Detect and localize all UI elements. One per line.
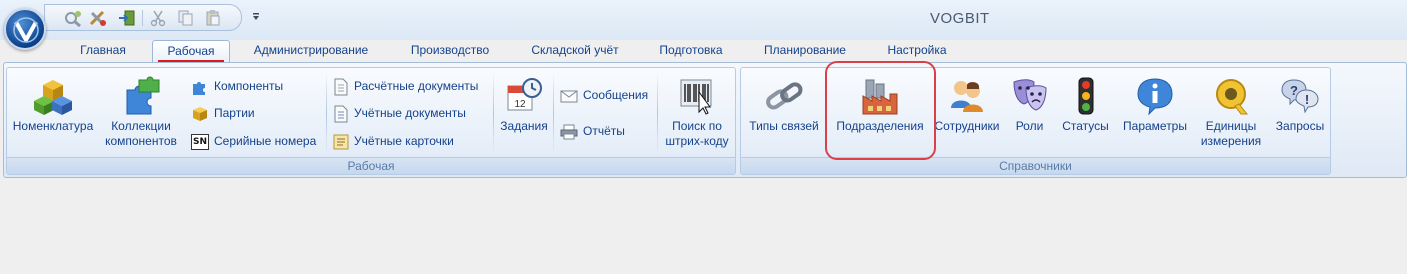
tools-cross-icon[interactable] xyxy=(88,9,108,27)
cubes-icon xyxy=(34,80,72,115)
calculation-documents-label: Расчётные документы xyxy=(354,79,479,93)
svg-text:!: ! xyxy=(1305,92,1309,107)
puzzle-small-icon xyxy=(193,81,205,95)
units-line2: измерения xyxy=(1200,134,1262,148)
calculation-documents-button[interactable]: Расчётные документы xyxy=(333,75,478,97)
tasks-button[interactable]: 12 Задания xyxy=(497,76,551,134)
link-types-button[interactable]: Типы связей xyxy=(743,76,825,134)
tab-skladskoy-uchet[interactable]: Складской учёт xyxy=(520,40,630,62)
roles-label: Роли xyxy=(1015,119,1044,133)
tab-podgotovka[interactable]: Подготовка xyxy=(648,40,734,62)
tab-glavnaya[interactable]: Главная xyxy=(72,40,134,62)
parameters-label: Параметры xyxy=(1123,119,1187,133)
component-collections-button[interactable]: Коллекции компонентов xyxy=(101,76,181,149)
ribbon-tabs: Главная Рабочая Администрирование Произв… xyxy=(0,40,1407,62)
tab-planirovanie[interactable]: Планирование xyxy=(753,40,857,62)
barcode-scanner-icon xyxy=(680,79,712,115)
logo-icon xyxy=(13,17,39,43)
tasks-label: Задания xyxy=(500,119,548,133)
cut-icon[interactable] xyxy=(148,9,168,27)
printer-icon xyxy=(560,124,578,140)
serial-numbers-label: Серийные номера xyxy=(214,134,317,148)
toolbar-separator xyxy=(142,10,143,26)
statuses-label: Статусы xyxy=(1062,119,1109,133)
accounting-cards-label: Учётные карточки xyxy=(354,134,454,148)
reports-button[interactable]: Отчёты xyxy=(560,120,625,142)
tab-administrirovanie[interactable]: Администрирование xyxy=(244,40,378,62)
envelope-icon xyxy=(560,90,578,103)
roles-button[interactable]: Роли xyxy=(1007,76,1052,134)
exit-door-icon[interactable] xyxy=(117,9,137,27)
traffic-light-icon xyxy=(1078,77,1093,115)
accounting-documents-button[interactable]: Учётные документы xyxy=(333,102,466,124)
reports-label: Отчёты xyxy=(583,124,625,138)
quick-access-toolbar xyxy=(44,4,242,31)
units-button[interactable]: Единицы измерения xyxy=(1196,76,1266,149)
copy-icon[interactable] xyxy=(175,9,195,27)
svg-text:12: 12 xyxy=(514,99,526,110)
component-collections-line1: Коллекции xyxy=(111,119,171,133)
components-label: Компоненты xyxy=(214,79,284,93)
highlight-annotation xyxy=(825,61,936,160)
units-line1: Единицы xyxy=(1205,119,1257,133)
question-bubbles-icon: ? ! xyxy=(1281,79,1319,114)
settings-wrench-icon[interactable] xyxy=(63,9,83,28)
box-icon xyxy=(193,106,207,121)
parts-label: Партии xyxy=(214,106,255,120)
puzzle-icon xyxy=(126,76,160,115)
tab-underline-annotation xyxy=(158,60,224,62)
tab-proizvodstvo[interactable]: Производство xyxy=(400,40,500,62)
nomenclature-button[interactable]: Номенклатура xyxy=(9,76,97,134)
group-label-spravochniki: Справочники xyxy=(741,157,1330,174)
group-separator xyxy=(326,72,327,154)
measuring-tape-icon xyxy=(1216,79,1249,115)
group-separator xyxy=(657,72,658,154)
calendar-clock-icon: 12 xyxy=(507,78,542,111)
serial-numbers-button[interactable]: SN Серийные номера xyxy=(191,130,316,152)
paste-icon[interactable] xyxy=(203,9,223,27)
requests-button[interactable]: ? ! Запросы xyxy=(1270,76,1330,134)
dropdown-arrow-icon[interactable] xyxy=(251,11,261,21)
tab-nastroyka[interactable]: Настройка xyxy=(876,40,958,62)
parts-button[interactable]: Партии xyxy=(191,102,255,124)
barcode-search-line1: Поиск по xyxy=(672,119,722,133)
messages-label: Сообщения xyxy=(583,88,649,102)
nomenclature-label: Номенклатура xyxy=(12,119,94,133)
document-lines-icon xyxy=(334,105,348,123)
app-title: VOGBIT xyxy=(930,10,990,27)
users-icon xyxy=(951,81,983,112)
serial-number-icon: SN xyxy=(191,133,209,150)
app-logo-button[interactable] xyxy=(4,8,46,50)
requests-label: Запросы xyxy=(1275,119,1325,133)
group-separator xyxy=(553,72,554,154)
component-collections-line2: компонентов xyxy=(105,134,177,148)
components-button[interactable]: Компоненты xyxy=(191,75,283,97)
barcode-search-line2: штрих-коду xyxy=(665,134,729,148)
card-icon xyxy=(333,134,349,150)
messages-button[interactable]: Сообщения xyxy=(560,84,648,106)
info-icon xyxy=(1137,78,1173,116)
chain-link-icon xyxy=(766,82,803,110)
tab-rabochaya[interactable]: Рабочая xyxy=(152,40,230,62)
employees-label: Сотрудники xyxy=(934,119,1000,133)
link-types-label: Типы связей xyxy=(749,119,819,133)
theater-masks-icon xyxy=(1012,79,1047,111)
parameters-button[interactable]: Параметры xyxy=(1118,76,1192,134)
document-icon xyxy=(334,78,348,96)
group-label-rabochaya: Рабочая xyxy=(7,157,735,174)
accounting-documents-label: Учётные документы xyxy=(354,106,466,120)
statuses-button[interactable]: Статусы xyxy=(1058,76,1113,134)
employees-button[interactable]: Сотрудники xyxy=(932,76,1002,134)
accounting-cards-button[interactable]: Учётные карточки xyxy=(333,130,454,152)
barcode-search-button[interactable]: Поиск по штрих-коду xyxy=(660,76,734,149)
group-separator xyxy=(493,72,494,154)
